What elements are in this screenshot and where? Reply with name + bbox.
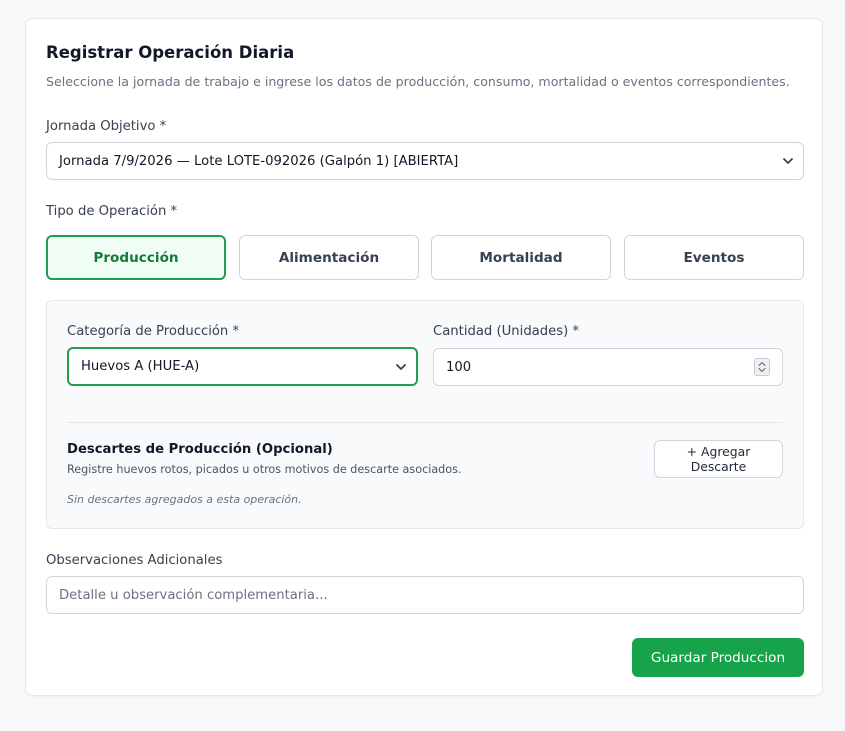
- panel-divider: [67, 422, 783, 423]
- operation-type-tabs: Producción Alimentación Mortalidad Event…: [46, 235, 804, 280]
- add-descarte-button[interactable]: + Agregar Descarte: [654, 440, 783, 478]
- jornada-select[interactable]: Jornada 7/9/2026 — Lote LOTE-092026 (Gal…: [46, 142, 804, 180]
- cantidad-label: Cantidad (Unidades) *: [433, 324, 580, 339]
- descartes-subtitle: Registre huevos rotos, picados u otros m…: [67, 463, 462, 476]
- categoria-label: Categoría de Producción *: [67, 324, 240, 339]
- tab-eventos[interactable]: Eventos: [624, 235, 804, 280]
- tab-alimentacion[interactable]: Alimentación: [239, 235, 419, 280]
- operation-form-card: Registrar Operación Diaria Seleccione la…: [25, 18, 823, 696]
- save-button[interactable]: Guardar Produccion: [632, 638, 804, 677]
- categoria-select-value: Huevos A (HUE-A): [81, 359, 200, 374]
- jornada-select-value: Jornada 7/9/2026 — Lote LOTE-092026 (Gal…: [59, 153, 459, 169]
- production-panel: Categoría de Producción * Huevos A (HUE-…: [46, 300, 804, 529]
- observaciones-input[interactable]: [46, 576, 804, 614]
- form-title: Registrar Operación Diaria: [46, 43, 295, 62]
- tab-mortalidad[interactable]: Mortalidad: [431, 235, 611, 280]
- tipo-operacion-label: Tipo de Operación *: [46, 204, 178, 219]
- chevron-down-icon: [783, 158, 793, 164]
- descartes-empty-message: Sin descartes agregados a esta operación…: [67, 493, 302, 506]
- tab-produccion[interactable]: Producción: [46, 235, 226, 280]
- cantidad-input[interactable]: 100: [433, 348, 783, 386]
- observaciones-label: Observaciones Adicionales: [46, 553, 223, 568]
- cantidad-value: 100: [446, 359, 472, 375]
- spinner-arrows-icon[interactable]: [754, 358, 770, 376]
- chevron-down-icon: [396, 363, 406, 370]
- form-subtitle: Seleccione la jornada de trabajo e ingre…: [46, 74, 790, 89]
- categoria-select[interactable]: Huevos A (HUE-A): [67, 347, 418, 386]
- descartes-title: Descartes de Producción (Opcional): [67, 442, 333, 457]
- jornada-label: Jornada Objetivo *: [46, 119, 167, 134]
